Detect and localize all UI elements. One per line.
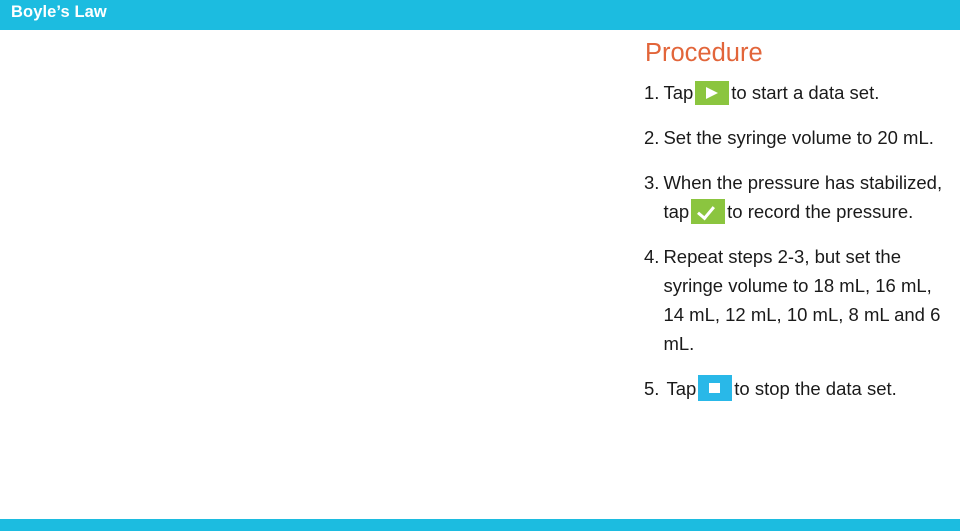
step-number: 1. <box>644 81 660 103</box>
step-text-after: to record the pressure. <box>727 200 914 222</box>
play-icon <box>695 80 730 105</box>
step-text-before: Tap <box>666 377 697 399</box>
step-body: Tap to start a data set. <box>663 78 950 107</box>
check-icon <box>691 198 726 224</box>
list-item: 5. Tap to stop the data set. <box>644 374 950 403</box>
procedure-heading: Procedure <box>645 39 763 67</box>
step-text-before: Tap <box>663 81 694 103</box>
stop-icon <box>698 374 733 401</box>
list-item: 3. When the pressure has stabilized, tap… <box>644 168 950 226</box>
procedure-panel: Procedure 1. Tap to start a data set. 2. … <box>644 38 950 403</box>
list-item: 4. Repeat steps 2-3, but set the syringe… <box>644 242 950 358</box>
list-item: 2. Set the syringe volume to 20 mL. <box>644 123 950 152</box>
step-number: 4. <box>644 245 660 267</box>
list-item: 1. Tap to start a data set. <box>644 78 950 107</box>
step-number: 5. <box>644 377 660 399</box>
slide: Boyle’s Law Procedure 1. Tap to start a d… <box>0 0 960 531</box>
step-text-after: to stop the data set. <box>734 377 897 399</box>
step-number: 3. <box>644 171 660 193</box>
step-text-after: to start a data set. <box>731 81 880 103</box>
step-body: When the pressure has stabilized, tap to … <box>663 168 950 226</box>
step-body: Repeat steps 2-3, but set the syringe vo… <box>663 245 941 354</box>
step-body: Set the syringe volume to 20 mL. <box>663 126 934 148</box>
title-bar: Boyle’s Law <box>0 0 960 30</box>
step-body: Tap to stop the data set. <box>666 374 950 403</box>
page-title: Boyle’s Law <box>11 3 107 21</box>
step-number: 2. <box>644 126 660 148</box>
footer-bar <box>0 519 960 531</box>
